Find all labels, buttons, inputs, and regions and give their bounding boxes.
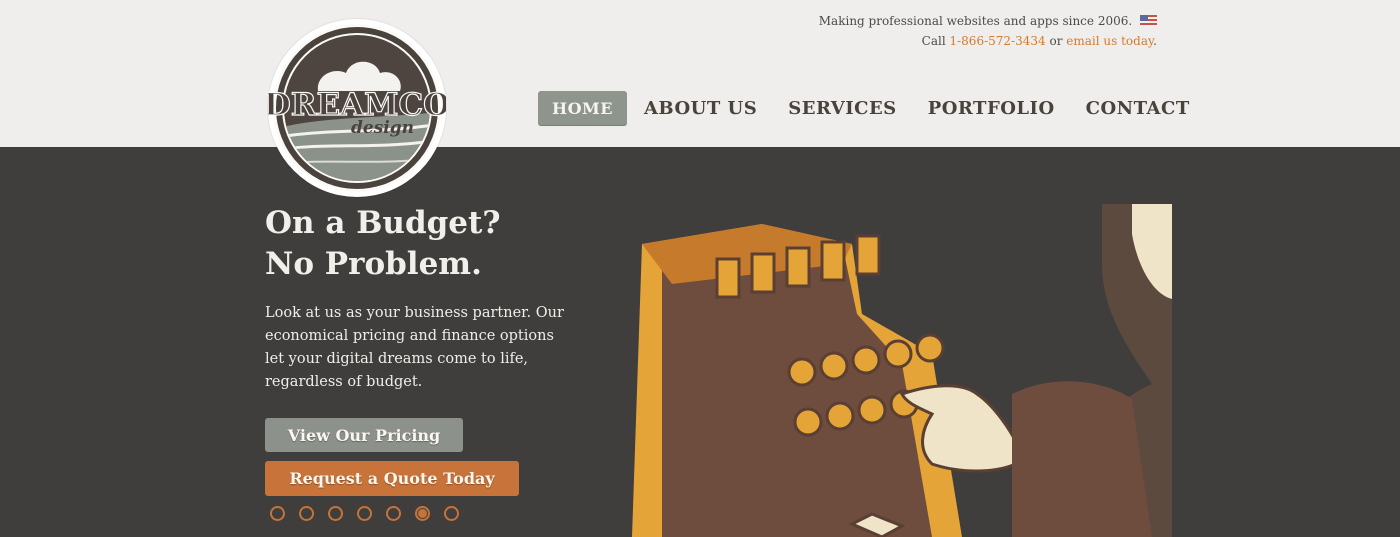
nav-home[interactable]: HOME bbox=[538, 90, 627, 126]
hero-title-line1: On a Budget? bbox=[265, 205, 501, 241]
slider-dot[interactable] bbox=[328, 506, 343, 521]
slider-dot-active[interactable] bbox=[415, 506, 430, 521]
email-link[interactable]: email us today bbox=[1066, 34, 1153, 48]
nav-services[interactable]: SERVICES bbox=[788, 98, 896, 119]
slider-dot[interactable] bbox=[299, 506, 314, 521]
hero-description: Look at us as your business partner. Our… bbox=[265, 305, 564, 390]
request-quote-button[interactable]: Request a Quote Today bbox=[265, 461, 519, 496]
slider-dot[interactable] bbox=[357, 506, 372, 521]
nav-about-us[interactable]: ABOUT US bbox=[644, 98, 757, 119]
site-header: Making professional websites and apps si… bbox=[0, 0, 1400, 147]
logo-graphic: DREAMCO design bbox=[268, 24, 446, 192]
call-prefix: Call bbox=[921, 34, 946, 48]
contact-suffix: . bbox=[1153, 34, 1157, 48]
slider-dot[interactable] bbox=[444, 506, 459, 521]
phone-link[interactable]: 1-866-572-3434 bbox=[949, 34, 1045, 48]
cash-register-illustration bbox=[632, 204, 1172, 537]
dreamco-logo[interactable]: DREAMCO design bbox=[268, 19, 446, 197]
nav-contact[interactable]: CONTACT bbox=[1086, 98, 1190, 119]
tagline-text: Making professional websites and apps si… bbox=[818, 14, 1133, 28]
main-nav: HOME ABOUT US SERVICES PORTFOLIO CONTACT bbox=[538, 89, 1190, 127]
slider-pagination bbox=[270, 506, 473, 521]
contact-middle: or bbox=[1049, 34, 1063, 48]
view-pricing-button[interactable]: View Our Pricing bbox=[265, 418, 463, 452]
hero-title: On a Budget? No Problem. bbox=[265, 203, 501, 285]
hero-title-line2: No Problem. bbox=[265, 246, 482, 282]
us-flag-icon bbox=[1140, 15, 1157, 26]
slider-dot[interactable] bbox=[270, 506, 285, 521]
slider-dot[interactable] bbox=[386, 506, 401, 521]
nav-portfolio[interactable]: PORTFOLIO bbox=[928, 98, 1055, 119]
logo-subtext: design bbox=[351, 118, 414, 138]
header-contact-info: Making professional websites and apps si… bbox=[819, 11, 1157, 51]
